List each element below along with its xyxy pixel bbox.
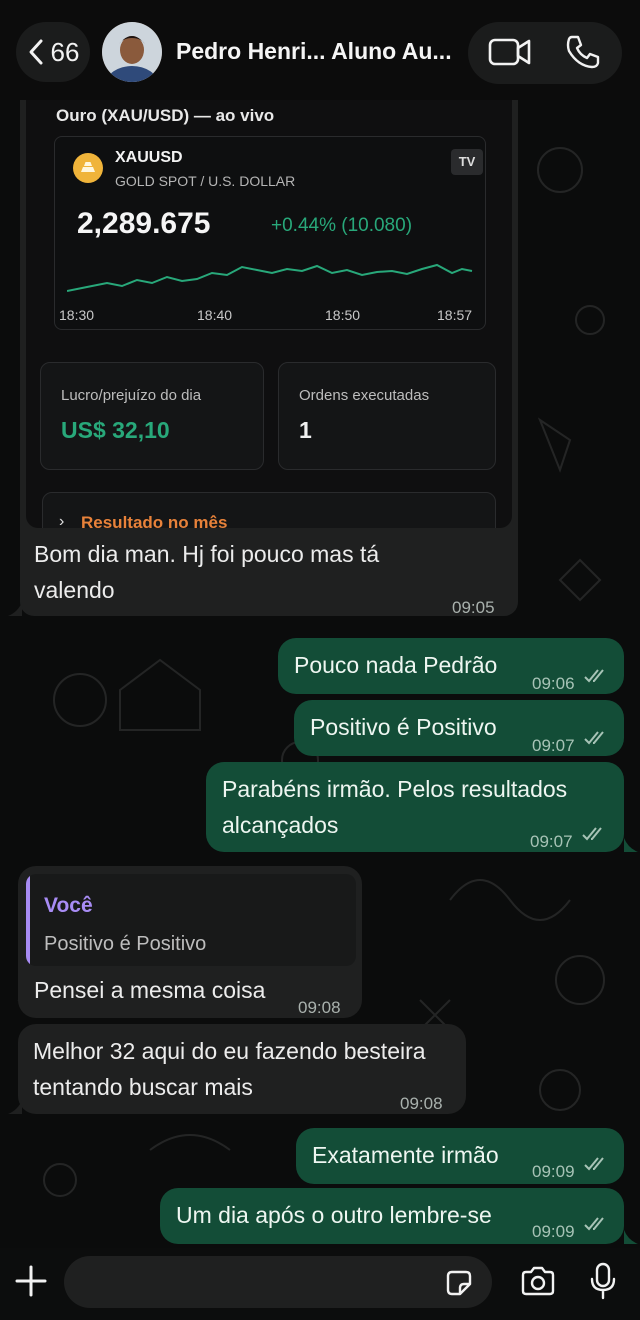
ticker-symbol: XAUUSD	[115, 149, 183, 166]
avatar-image	[102, 22, 162, 82]
daily-pl-card: Lucro/prejuízo do dia US$ 32,10	[40, 362, 264, 470]
call-actions	[468, 22, 622, 84]
screenshot-title: Ouro (XAU/USD) — ao vivo	[56, 106, 275, 125]
message-time: 09:08	[400, 1094, 443, 1113]
message-text: Positivo é Positivo	[310, 714, 497, 740]
ticker-card: XAUUSD GOLD SPOT / U.S. DOLLAR TV 2,289.…	[54, 136, 486, 330]
message-time: 09:07	[530, 832, 573, 851]
camera-icon[interactable]	[520, 1266, 556, 1298]
unread-count: 66	[50, 36, 80, 67]
double-check-icon	[582, 827, 602, 841]
tradingview-logo-icon: TV	[451, 149, 483, 175]
bubble-tail	[8, 1100, 22, 1114]
bubble-tail	[8, 602, 22, 616]
chevron-left-icon	[29, 39, 43, 65]
quoted-message[interactable]: Você Positivo é Positivo	[26, 874, 356, 966]
phone-call-icon[interactable]	[564, 34, 600, 70]
double-check-icon	[584, 1217, 604, 1231]
outgoing-message[interactable]: Positivo é Positivo 09:07	[294, 700, 624, 756]
microphone-icon[interactable]	[590, 1262, 616, 1300]
price-sparkline	[67, 263, 473, 292]
message-composer	[0, 1248, 640, 1320]
message-text: valendo	[34, 577, 115, 603]
incoming-message[interactable]: Bom dia man. Hj foi pouco mas tá valendo…	[20, 528, 518, 617]
incoming-reply-message[interactable]: Você Positivo é Positivo Pensei a mesma …	[18, 866, 362, 1018]
x-tick: 18:30	[59, 307, 95, 323]
message-text: Pensei a mesma coisa	[34, 977, 266, 1003]
message-text: alcançados	[222, 812, 339, 838]
quote-accent-bar	[26, 874, 30, 966]
chat-header: 66 Pedro Henri... Aluno Au...	[0, 0, 640, 100]
bubble-tail	[624, 838, 638, 852]
daily-pl-value: US$ 32,10	[61, 417, 170, 443]
month-result-label: Resultado no mês	[81, 513, 228, 528]
bubble-tail	[624, 1230, 638, 1244]
orders-label: Ordens executadas	[299, 387, 430, 404]
video-call-icon[interactable]	[488, 36, 532, 68]
x-tick: 18:57	[437, 307, 473, 323]
contact-avatar[interactable]	[102, 22, 162, 82]
message-text: Exatamente irmão	[312, 1142, 499, 1168]
orders-value: 1	[299, 417, 312, 443]
message-time: 09:09	[532, 1222, 575, 1241]
chevron-right-icon: ›	[59, 513, 65, 528]
month-result-card: › Resultado no mês	[42, 492, 496, 528]
quote-text: Positivo é Positivo	[44, 933, 207, 955]
outgoing-message[interactable]: Um dia após o outro lembre-se 09:09	[160, 1188, 624, 1244]
outgoing-message[interactable]: Exatamente irmão 09:09	[296, 1128, 624, 1184]
message-text: Bom dia man. Hj foi pouco mas tá	[34, 541, 380, 567]
ticker-change: +0.44% (10.080)	[271, 215, 413, 236]
double-check-icon	[584, 669, 604, 683]
contact-name[interactable]: Pedro Henri... Aluno Au...	[176, 38, 461, 65]
sticker-icon[interactable]	[444, 1268, 474, 1298]
message-time: 09:06	[532, 674, 575, 693]
message-text: Melhor 32 aqui do eu fazendo besteira	[33, 1038, 426, 1064]
message-text: Um dia após o outro lembre-se	[176, 1202, 492, 1228]
message-text: Pouco nada Pedrão	[294, 652, 498, 678]
message-time: 09:09	[532, 1162, 575, 1181]
message-input[interactable]	[64, 1256, 492, 1308]
message-time: 09:05	[452, 598, 495, 617]
x-tick: 18:40	[197, 307, 233, 323]
plus-icon[interactable]	[14, 1264, 48, 1298]
back-button[interactable]: 66	[16, 22, 90, 82]
message-time: 09:08	[298, 998, 341, 1017]
orders-card: Ordens executadas 1	[278, 362, 496, 470]
shared-screenshot[interactable]: Ouro (XAU/USD) — ao vivo XAUUSD GOLD SPO…	[26, 100, 512, 528]
double-check-icon	[584, 731, 604, 745]
incoming-message[interactable]: Melhor 32 aqui do eu fazendo besteira te…	[18, 1024, 466, 1114]
message-text: Parabéns irmão. Pelos resultados	[222, 776, 568, 802]
x-tick: 18:50	[325, 307, 361, 323]
daily-pl-label: Lucro/prejuízo do dia	[61, 387, 202, 404]
message-time: 09:07	[532, 736, 575, 755]
outgoing-message[interactable]: Pouco nada Pedrão 09:06	[278, 638, 624, 694]
ticker-price: 2,289.675	[77, 207, 211, 240]
outgoing-message[interactable]: Parabéns irmão. Pelos resultados alcança…	[206, 762, 624, 852]
ticker-description: GOLD SPOT / U.S. DOLLAR	[115, 173, 296, 189]
double-check-icon	[584, 1157, 604, 1171]
quote-author: Você	[44, 894, 93, 917]
message-text: tentando buscar mais	[33, 1074, 253, 1100]
gold-icon	[73, 153, 103, 183]
